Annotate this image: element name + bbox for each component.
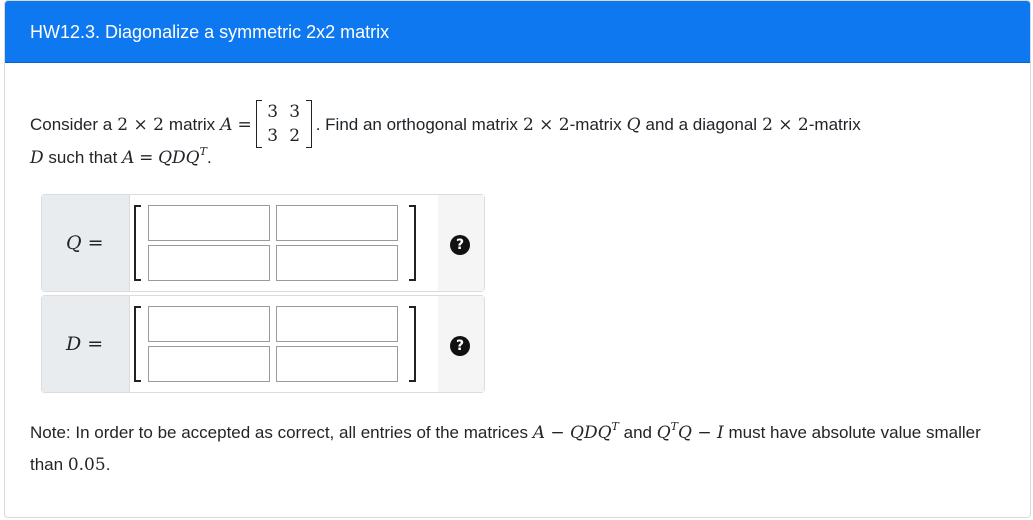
question-card: HW12.3. Diagonalize a symmetric 2x2 matr… bbox=[4, 0, 1031, 518]
D-entry-1-1[interactable] bbox=[148, 306, 270, 342]
problem-statement-line-2: D such that A = QDQT. bbox=[30, 145, 212, 168]
card-header: HW12.3. Diagonalize a symmetric 2x2 matr… bbox=[5, 1, 1030, 63]
tolerance-note: Note: In order to be accepted as correct… bbox=[30, 420, 981, 475]
answer-row-Q: Q = ? bbox=[41, 194, 485, 292]
question-circle-icon[interactable]: ? bbox=[450, 235, 470, 255]
Q-label: Q = bbox=[66, 232, 104, 254]
matrix-A-entry: 3 bbox=[267, 102, 279, 122]
right-bracket bbox=[409, 306, 416, 382]
matrix-A-entry: 2 bbox=[289, 126, 301, 146]
question-circle-icon[interactable]: ? bbox=[450, 336, 470, 356]
D-matrix-input bbox=[130, 296, 440, 392]
Q-entry-2-2[interactable] bbox=[276, 245, 398, 281]
D-entry-1-2[interactable] bbox=[276, 306, 398, 342]
problem-statement-line-1: Consider a 2 × 2 matrix A = 3 3 3 2 . Fi… bbox=[30, 100, 861, 148]
left-bracket bbox=[134, 205, 141, 281]
D-label: D = bbox=[66, 333, 104, 355]
question-title: HW12.3. Diagonalize a symmetric 2x2 matr… bbox=[30, 22, 390, 42]
Q-entry-1-1[interactable] bbox=[148, 205, 270, 241]
D-entry-2-2[interactable] bbox=[276, 346, 398, 382]
matrix-A: 3 3 3 2 bbox=[255, 100, 312, 148]
Q-matrix-input bbox=[130, 195, 440, 291]
answer-row-D: D = ? bbox=[41, 295, 485, 393]
Q-entry-2-1[interactable] bbox=[148, 245, 270, 281]
matrix-A-entry: 3 bbox=[289, 102, 301, 122]
Q-entry-1-2[interactable] bbox=[276, 205, 398, 241]
left-bracket bbox=[134, 306, 141, 382]
right-bracket bbox=[409, 205, 416, 281]
D-entry-2-1[interactable] bbox=[148, 346, 270, 382]
matrix-A-entry: 3 bbox=[267, 126, 279, 146]
